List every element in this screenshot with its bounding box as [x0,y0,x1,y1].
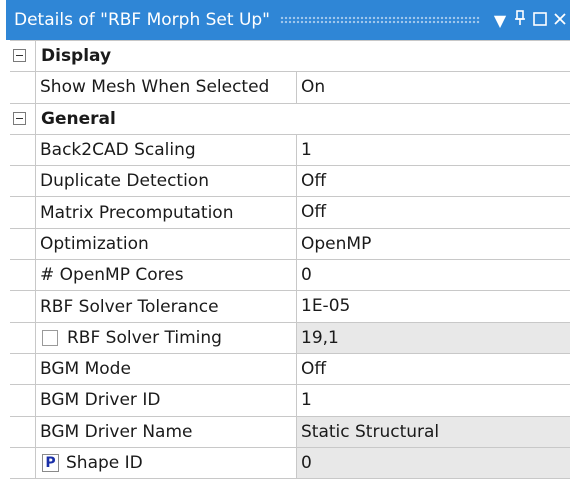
property-name: Duplicate Detection [35,166,297,197]
group-display[interactable]: Display [10,41,570,73]
property-value: 0 [297,447,570,479]
pin-icon[interactable] [510,10,530,30]
property-row-bgm-driver-id[interactable]: BGM Driver ID 1 [10,385,570,417]
property-name: P Shape ID [35,447,297,479]
collapse-icon[interactable] [13,111,26,125]
property-name-text: Shape ID [66,453,143,473]
details-panel: Details of "RBF Morph Set Up" ▼ Display … [0,0,574,482]
group-label: Display [35,41,570,72]
property-name-text: Back2CAD Scaling [40,140,196,161]
maximize-icon-glyph [533,11,547,26]
property-value: 19,1 [297,322,570,353]
property-value[interactable]: 0 [297,260,570,290]
property-value[interactable]: Off [297,166,570,196]
property-row-show-mesh-when-selected[interactable]: Show Mesh When Selected On [10,72,570,104]
property-value[interactable]: 1 [297,135,570,165]
property-row-rbf-solver-timing[interactable]: RBF Solver Timing 19,1 [10,322,570,354]
property-row-rbf-solver-tolerance[interactable]: RBF Solver Tolerance 1E-05 [10,291,570,323]
property-name: RBF Solver Timing [35,322,297,353]
property-row-shape-id[interactable]: P Shape ID 0 [10,447,570,480]
property-name-text: BGM Driver ID [40,390,161,411]
property-name-text: Duplicate Detection [40,171,209,192]
close-icon[interactable] [550,11,570,30]
pin-icon-glyph [515,10,525,25]
group-label: General [35,103,570,134]
titlebar-grip[interactable] [280,16,480,24]
group-general[interactable]: General [10,103,570,135]
group-display-expander[interactable] [10,41,35,72]
property-row-duplicate-detection[interactable]: Duplicate Detection Off [10,166,570,198]
property-row-openmp-cores[interactable]: # OpenMP Cores 0 [10,260,570,292]
property-value[interactable]: 1 [297,385,570,415]
property-row-bgm-mode[interactable]: BGM Mode Off [10,353,570,386]
parameter-p-icon[interactable]: P [42,454,59,472]
property-name: BGM Driver Name [35,416,297,447]
property-name: Back2CAD Scaling [35,134,297,166]
property-row-matrix-precomputation[interactable]: Matrix Precomputation Off [10,197,570,229]
property-row-optimization[interactable]: Optimization OpenMP [10,228,570,261]
property-name: Matrix Precomputation [35,197,297,228]
parameter-checkbox[interactable] [42,329,58,346]
panel-title: Details of "RBF Morph Set Up" [14,10,271,30]
property-name: BGM Mode [35,353,297,385]
collapse-icon[interactable] [13,49,26,62]
property-name-text: # OpenMP Cores [40,265,184,286]
dropdown-icon[interactable]: ▼ [490,11,510,30]
property-value[interactable]: OpenMP [297,229,570,259]
group-general-expander[interactable] [10,103,35,134]
property-name-text: BGM Mode [40,359,131,380]
property-name: # OpenMP Cores [35,260,297,291]
property-value[interactable]: On [297,72,570,102]
property-name-text: RBF Solver Timing [67,327,222,348]
property-name: RBF Solver Tolerance [35,291,297,322]
properties-grid: Display Show Mesh When Selected On Gener… [10,40,570,480]
property-value[interactable]: Off [297,197,570,227]
property-value[interactable]: Off [297,354,570,384]
property-name-text: RBF Solver Tolerance [40,296,219,317]
property-row-bgm-driver-name[interactable]: BGM Driver Name Static Structural [10,416,570,448]
property-name-text: Matrix Precomputation [40,202,234,223]
close-icon-glyph [554,12,566,25]
property-name-text: BGM Driver Name [40,421,193,442]
property-name-text: Show Mesh When Selected [40,77,270,98]
property-value: Static Structural [297,416,570,447]
property-name: BGM Driver ID [35,385,297,416]
property-row-back2cad-scaling[interactable]: Back2CAD Scaling 1 [10,134,570,167]
property-value[interactable]: 1E-05 [297,291,570,321]
property-name: Show Mesh When Selected [35,72,297,103]
property-name: Optimization [35,228,297,260]
maximize-icon[interactable] [530,11,550,30]
details-titlebar: Details of "RBF Morph Set Up" ▼ [6,0,570,40]
property-name-text: Optimization [40,233,149,254]
